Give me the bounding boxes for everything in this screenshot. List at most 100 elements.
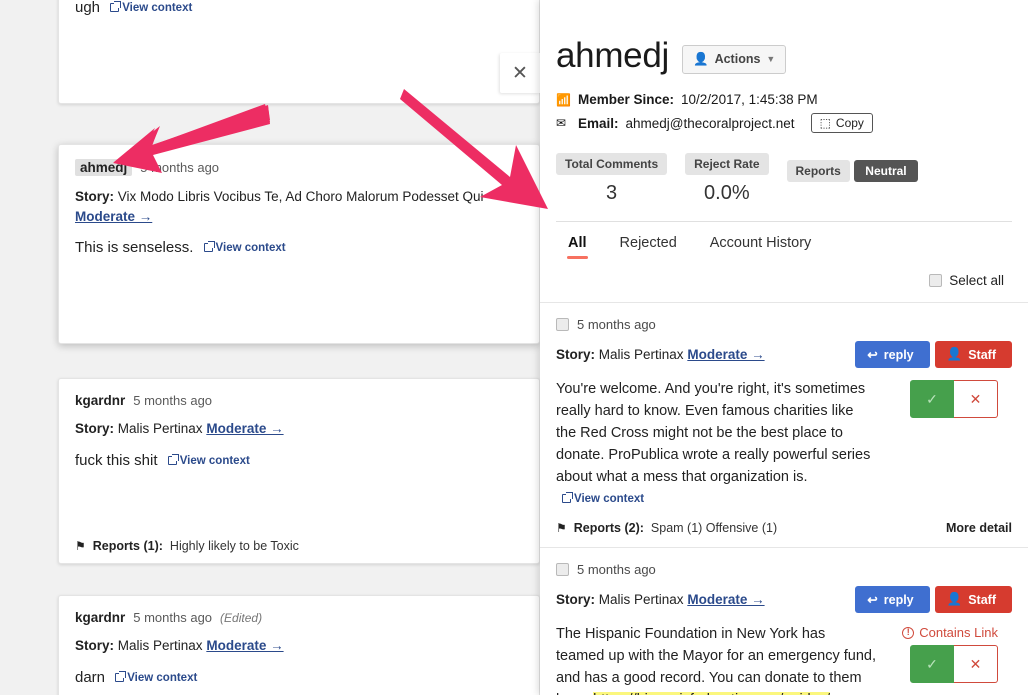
view-context-label: View context xyxy=(122,2,193,14)
copy-icon: ⬚ xyxy=(819,116,831,130)
moderate-link[interactable]: Moderate → xyxy=(687,347,764,362)
comment-card-kgardnr-2[interactable]: kgardnr 5 months ago (Edited) Story: Mal… xyxy=(58,595,540,695)
more-detail-button[interactable]: More detail xyxy=(946,521,1012,535)
stat-reject-rate: Reject Rate 0.0% xyxy=(685,153,769,205)
comment-select-checkbox[interactable] xyxy=(556,318,569,331)
view-context-link[interactable]: View context xyxy=(110,0,192,17)
comment-username[interactable]: kgardnr xyxy=(75,393,125,408)
comment-moderation-controls: ! Contains Link ✓ ✕ xyxy=(886,623,998,684)
external-link-icon xyxy=(115,670,127,682)
comment-edited-flag: (Edited) xyxy=(220,611,263,625)
story-title: Malis Pertinax xyxy=(598,592,684,608)
moderate-link[interactable]: Moderate → xyxy=(687,592,764,607)
moderate-link[interactable]: Moderate → xyxy=(206,421,283,436)
contains-link-label: Contains Link xyxy=(919,625,998,641)
select-all-label: Select all xyxy=(949,273,1004,288)
comment-card-ugh[interactable]: ugh View context xyxy=(58,0,540,104)
stat-value: 3 xyxy=(606,182,618,204)
approve-reject-group: ✓ ✕ xyxy=(886,645,998,684)
story-label: Story: xyxy=(75,189,115,204)
comment-timestamp: 5 months ago xyxy=(140,160,220,175)
reject-button[interactable]: ✕ xyxy=(954,380,998,418)
drawer-tabs: All Rejected Account History xyxy=(540,222,1028,259)
select-all-checkbox[interactable] xyxy=(929,274,943,287)
comment-body: fuck this shit View context xyxy=(75,450,523,473)
reply-button[interactable]: ↩ reply xyxy=(855,586,930,614)
comment-header: 5 months ago xyxy=(556,562,1012,577)
view-context-label: View context xyxy=(127,671,198,684)
comment-username[interactable]: kgardnr xyxy=(75,610,125,625)
chevron-down-icon: ▼ xyxy=(766,54,776,64)
drawer-comment-1: 5 months ago Story: Malis Pertinax Moder… xyxy=(540,302,1028,547)
comment-body-row: The Hispanic Foundation in New York has … xyxy=(556,623,1012,695)
reports-row: ⚑ Reports (1): Highly likely to be Toxic xyxy=(75,539,299,553)
comment-moderation-controls: ✓ ✕ xyxy=(886,378,998,418)
approve-button[interactable]: ✓ xyxy=(910,380,954,418)
comment-text: darn xyxy=(75,668,106,686)
reply-button-label: reply xyxy=(883,592,914,607)
comment-header: kgardnr 5 months ago xyxy=(75,393,523,408)
view-context-link[interactable]: View context xyxy=(562,491,644,508)
moderation-queue-panel: ugh View context ✕ ahmedj 5 months ago S… xyxy=(0,0,540,695)
check-icon: ✓ xyxy=(926,655,938,672)
email-value: ahmedj@thecoralproject.net xyxy=(625,115,795,131)
member-since-row: 📶 Member Since: 10/2/2017, 1:45:38 PM xyxy=(556,92,1012,107)
comment-text: ugh xyxy=(75,0,101,16)
comment-text: fuck this shit xyxy=(75,451,158,469)
view-context-link[interactable]: View context xyxy=(115,670,197,687)
comment-story-line: Story: Malis Pertinax Moderate → xyxy=(556,592,765,607)
tab-all[interactable]: All xyxy=(567,235,588,259)
x-icon: ✕ xyxy=(969,390,982,407)
reports-label: Reports (1): xyxy=(92,539,163,553)
user-title-row: ahmedj 👤 Actions ▼ xyxy=(540,0,1028,76)
comment-action-buttons: ↩ reply 👤 Staff xyxy=(855,586,1012,614)
comment-text: You're welcome. And you're right, it's s… xyxy=(556,381,871,486)
tab-rejected[interactable]: Rejected xyxy=(620,235,677,259)
comment-username[interactable]: ahmedj xyxy=(75,159,133,176)
staff-button[interactable]: 👤 Staff xyxy=(934,586,1012,614)
approve-button[interactable]: ✓ xyxy=(910,645,954,684)
comment-body: The Hispanic Foundation in New York has … xyxy=(556,623,876,695)
comment-body-row: You're welcome. And you're right, it's s… xyxy=(556,378,1012,510)
stat-total-comments: Total Comments 3 xyxy=(556,153,668,205)
comment-footer: ⚑ Reports (2): Spam (1) Offensive (1) Mo… xyxy=(556,521,1012,535)
comment-story-line: Story: Vix Modo Libris Vocibus Te, Ad Ch… xyxy=(75,187,523,226)
reports-value: Spam (1) Offensive (1) xyxy=(650,521,778,536)
comment-card-ahmedj[interactable]: ahmedj 5 months ago Story: Vix Modo Libr… xyxy=(58,144,540,344)
comment-timestamp: 5 months ago xyxy=(133,393,213,408)
envelope-icon: ✉ xyxy=(556,116,567,130)
app-root: ugh View context ✕ ahmedj 5 months ago S… xyxy=(0,0,1028,695)
reply-arrow-icon: ↩ xyxy=(867,593,878,608)
moderate-link[interactable]: Moderate → xyxy=(206,638,283,653)
person-icon: 👤 xyxy=(946,592,963,607)
moderate-link[interactable]: Moderate → xyxy=(75,209,152,224)
staff-button[interactable]: 👤 Staff xyxy=(934,341,1012,368)
member-since-label: Member Since: xyxy=(578,92,675,107)
reply-button[interactable]: ↩ reply xyxy=(855,341,930,368)
page-title: ahmedj xyxy=(556,36,669,75)
approve-reject-group: ✓ ✕ xyxy=(886,380,998,418)
view-context-link[interactable]: View context xyxy=(167,453,250,470)
comment-card-kgardnr-1[interactable]: kgardnr 5 months ago Story: Malis Pertin… xyxy=(58,378,540,564)
story-title: Malis Pertinax xyxy=(598,347,684,362)
tab-account-history[interactable]: Account History xyxy=(710,235,812,259)
comment-story-row: Story: Malis Pertinax Moderate → ↩ reply… xyxy=(556,586,1012,614)
comment-story-row: Story: Malis Pertinax Moderate → ↩ reply… xyxy=(556,341,1012,368)
close-drawer-button[interactable]: ✕ xyxy=(500,53,540,93)
view-context-link[interactable]: View context xyxy=(203,240,286,257)
actions-button[interactable]: 👤 Actions ▼ xyxy=(682,44,787,74)
reject-button[interactable]: ✕ xyxy=(954,645,998,684)
comment-text: This is senseless. xyxy=(75,239,194,257)
comment-body: This is senseless. View context xyxy=(75,237,523,260)
copy-email-button[interactable]: ⬚ Copy xyxy=(810,113,873,133)
email-label: Email: xyxy=(578,115,619,131)
flag-icon: ⚑ xyxy=(556,521,567,536)
comment-timestamp: 5 months ago xyxy=(577,317,656,332)
exclamation-circle-icon: ! xyxy=(902,626,915,639)
view-context-label: View context xyxy=(215,242,286,255)
copy-button-label: Copy xyxy=(835,116,864,130)
external-link-icon xyxy=(110,1,122,12)
reply-arrow-icon: ↩ xyxy=(867,348,878,362)
comment-select-checkbox[interactable] xyxy=(556,563,569,577)
story-label: Story: xyxy=(556,347,596,362)
